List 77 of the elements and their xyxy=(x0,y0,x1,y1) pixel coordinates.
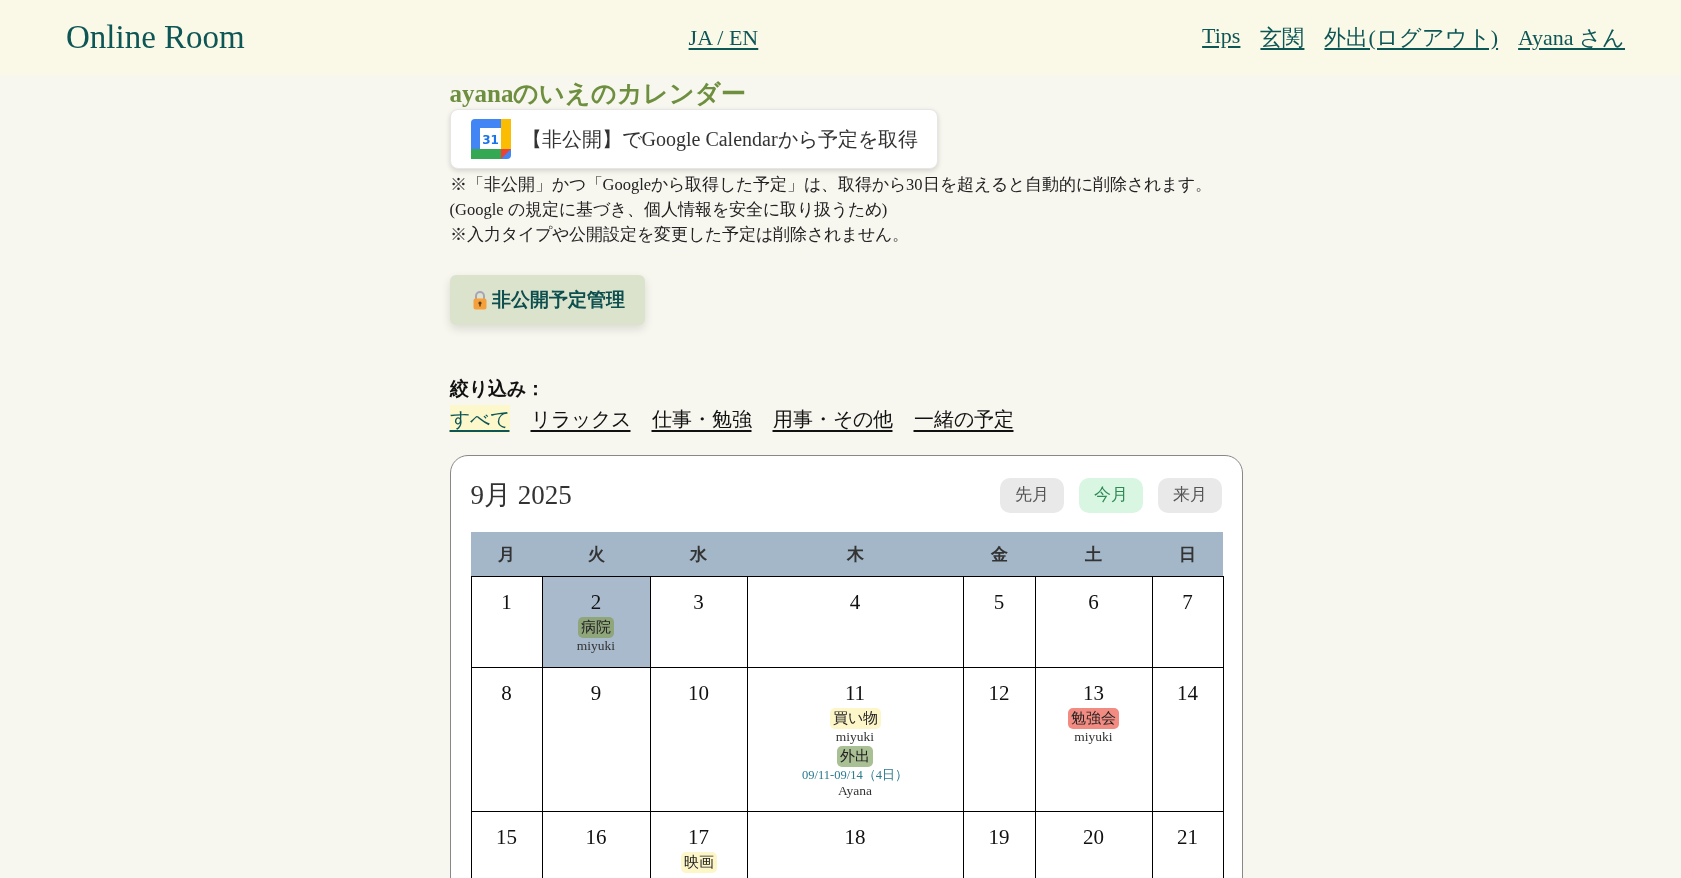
day-cell[interactable]: 3 xyxy=(650,576,747,668)
weekday-header: 火 xyxy=(542,532,650,577)
month-nav-button[interactable]: 先月 xyxy=(999,477,1064,513)
day-cell[interactable]: 1 xyxy=(471,576,542,668)
day-number: 4 xyxy=(848,589,862,616)
day-number: 2 xyxy=(589,589,603,616)
day-number: 20 xyxy=(1082,824,1105,851)
filter-link[interactable]: 用事・その他 xyxy=(766,405,893,433)
day-cell[interactable]: 2 病院 miyuki xyxy=(542,576,650,668)
event-title[interactable]: 買い物 xyxy=(829,708,881,729)
day-number: 13 xyxy=(1082,680,1105,707)
month-nav-button[interactable]: 来月 xyxy=(1157,477,1222,513)
day-cell[interactable]: 4 xyxy=(747,576,963,668)
nav-link[interactable]: 外出(ログアウト) xyxy=(1324,22,1499,53)
day-number: 18 xyxy=(843,824,867,851)
day-cell[interactable]: 14 xyxy=(1152,667,1223,812)
day-cell[interactable]: 13 勉強会 miyuki xyxy=(1035,667,1152,812)
language-link[interactable]: JA / EN xyxy=(688,24,759,51)
day-number: 1 xyxy=(500,589,513,616)
day-cell[interactable]: 11 買い物 miyuki 外出 09/11-09/14（4日） Ayana xyxy=(747,667,963,812)
day-number: 15 xyxy=(495,824,518,851)
day-number: 21 xyxy=(1176,824,1199,851)
event-title[interactable]: 勉強会 xyxy=(1068,708,1119,729)
event-person: miyuki xyxy=(576,638,616,654)
day-number: 10 xyxy=(687,680,710,707)
nav-link[interactable]: 玄関 xyxy=(1260,22,1305,53)
day-number: 14 xyxy=(1176,680,1199,707)
filter-label: 絞り込み： xyxy=(449,377,546,401)
weekday-header: 水 xyxy=(650,532,747,577)
lock-icon xyxy=(472,290,487,310)
weekday-header: 土 xyxy=(1035,532,1152,577)
month-nav-button[interactable]: 今月 xyxy=(1078,477,1143,513)
filter-link[interactable]: リラックス xyxy=(524,405,631,433)
day-number: 12 xyxy=(987,680,1011,707)
weekday-header: 月 xyxy=(471,532,542,577)
weekday-header: 木 xyxy=(747,532,963,577)
day-number: 7 xyxy=(1181,589,1194,616)
note-text: ※入力タイプや公開設定を変更した予定は削除されません。 xyxy=(449,224,910,246)
day-number: 8 xyxy=(500,680,513,707)
note-text: ※「非公開」かつ「Googleから取得した予定」は、取得から30日を超えると自動的に削除されます。 xyxy=(449,174,1212,196)
filter-link[interactable]: 仕事・勉強 xyxy=(645,405,752,433)
filter-link[interactable]: すべて xyxy=(449,405,510,433)
day-number: 16 xyxy=(584,824,608,851)
day-number: 6 xyxy=(1087,589,1100,616)
day-cell[interactable]: 6 xyxy=(1035,576,1152,668)
nav-link[interactable]: Tips xyxy=(1202,22,1241,53)
day-number: 9 xyxy=(589,680,603,707)
month-title: 9月 2025 xyxy=(470,479,572,512)
event-person: miyuki xyxy=(835,729,875,745)
nav-link[interactable]: Ayana さん xyxy=(1518,22,1625,53)
day-cell[interactable]: 12 xyxy=(963,667,1035,812)
day-number: 11 xyxy=(843,680,867,707)
event-period: 09/11-09/14（4日） xyxy=(802,767,908,783)
day-number: 3 xyxy=(692,589,705,616)
day-cell[interactable]: 9 xyxy=(542,667,650,812)
event-title[interactable]: 病院 xyxy=(578,617,614,638)
event-title[interactable]: 外出 xyxy=(837,746,873,767)
day-cell[interactable]: 15 xyxy=(471,811,542,878)
day-cell[interactable]: 10 xyxy=(650,667,747,812)
day-number: 19 xyxy=(987,824,1011,851)
day-cell[interactable]: 7 xyxy=(1152,576,1223,668)
site-logo[interactable]: Online Room xyxy=(66,19,245,56)
weekday-header: 金 xyxy=(963,532,1035,577)
event-person: miyuki xyxy=(1074,729,1113,745)
day-cell[interactable]: 8 xyxy=(471,667,542,812)
calendar-icon: 31 xyxy=(470,119,511,159)
private-events-button[interactable]: 非公開予定管理 xyxy=(449,275,645,325)
day-number: 17 xyxy=(687,824,710,851)
weekday-header: 日 xyxy=(1152,532,1223,577)
note-text: (Google の規定に基づき、個人情報を安全に取り扱うため) xyxy=(449,199,889,221)
event-title[interactable]: 映画 xyxy=(680,852,717,873)
day-number: 5 xyxy=(992,589,1006,616)
filter-link[interactable]: 一緒の予定 xyxy=(907,405,1014,433)
google-import-button[interactable]: 31 【非公開】でGoogle Calendarから予定を取得 xyxy=(449,109,938,169)
event-person: Ayana xyxy=(838,783,872,799)
day-cell[interactable]: 5 xyxy=(963,576,1035,668)
page-title: ayanaのいえのカレンダー xyxy=(449,79,747,109)
